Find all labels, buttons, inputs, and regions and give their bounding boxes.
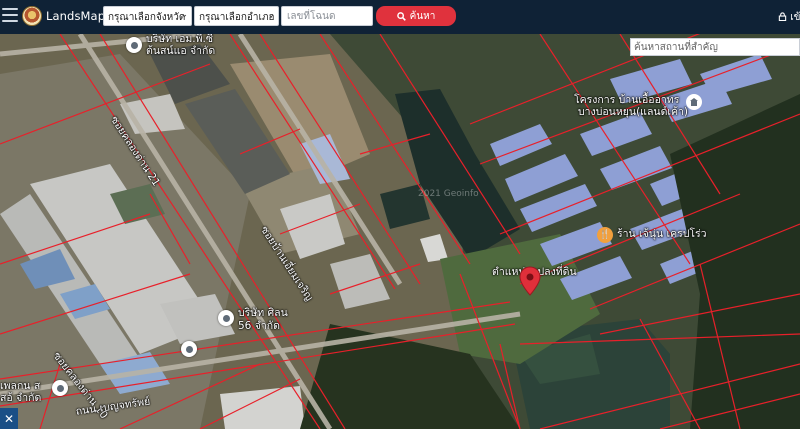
search-icon — [396, 11, 406, 21]
company-56-poi-icon[interactable] — [218, 310, 234, 326]
restaurant-icon[interactable]: 🍴 — [597, 227, 613, 243]
place-search-input[interactable] — [630, 38, 800, 56]
company-top-label-2: ต้นสน์แอ จำกัด — [146, 45, 216, 57]
landsmaps-logo[interactable] — [22, 6, 42, 26]
district-select-value: กรุณาเลือกอำเภอ — [199, 12, 275, 23]
satellite-map[interactable]: 2021 Geoinfo บริษัท เอม.พี.ซี ต้นสน์แอ จ… — [0, 34, 800, 429]
company-bottom-poi-icon[interactable] — [52, 380, 68, 396]
chevron-down-icon: ⌄ — [180, 10, 188, 20]
lock-icon — [778, 12, 787, 22]
deed-number-input[interactable] — [281, 6, 373, 26]
map-tools-icon[interactable]: ✕ — [0, 408, 18, 429]
province-select-value: กรุณาเลือกจังหวัด — [108, 12, 186, 23]
brand-name[interactable]: LandsMaps — [46, 9, 111, 23]
login-label: เข้ — [790, 12, 800, 23]
search-button[interactable]: ค้นหา — [376, 6, 456, 26]
company-56-label-1: บริษัท ศิลน — [238, 307, 288, 319]
company-56-label-2: 56 จำกัด — [238, 320, 280, 332]
project-label-2: บางบ่อนหยุน(แลนด์เค้า) — [578, 106, 688, 118]
map-watermark: 2021 Geoinfo — [418, 189, 479, 199]
location-poi-icon[interactable] — [181, 341, 197, 357]
company-poi-icon[interactable] — [126, 37, 142, 53]
chevron-down-icon: ⌄ — [267, 10, 275, 20]
school-icon[interactable] — [686, 94, 702, 110]
district-select[interactable]: กรุณาเลือกอำเภอ ⌄ — [194, 6, 279, 26]
menu-icon[interactable] — [2, 8, 18, 22]
login-link[interactable]: เข้ — [778, 10, 800, 25]
company-top-label-1: บริษัท เอม.พี.ซี — [146, 34, 214, 45]
project-label-1: โครงการ บ้านเอื้ออาทร — [574, 94, 680, 106]
shop-label: ร้าน เจ้นุ่น เครปโร่ว — [617, 228, 707, 240]
land-position-pin-icon[interactable] — [519, 266, 541, 296]
province-select[interactable]: กรุณาเลือกจังหวัด ⌄ — [103, 6, 192, 26]
company-bottom-label-1: เพลกน ส — [0, 380, 41, 392]
search-button-label: ค้นหา — [409, 10, 436, 22]
company-bottom-label-2: สอ้ จำกัด — [0, 392, 42, 404]
top-navigation-bar: LandsMaps กรุณาเลือกจังหวัด ⌄ กรุณาเลือก… — [0, 0, 800, 34]
